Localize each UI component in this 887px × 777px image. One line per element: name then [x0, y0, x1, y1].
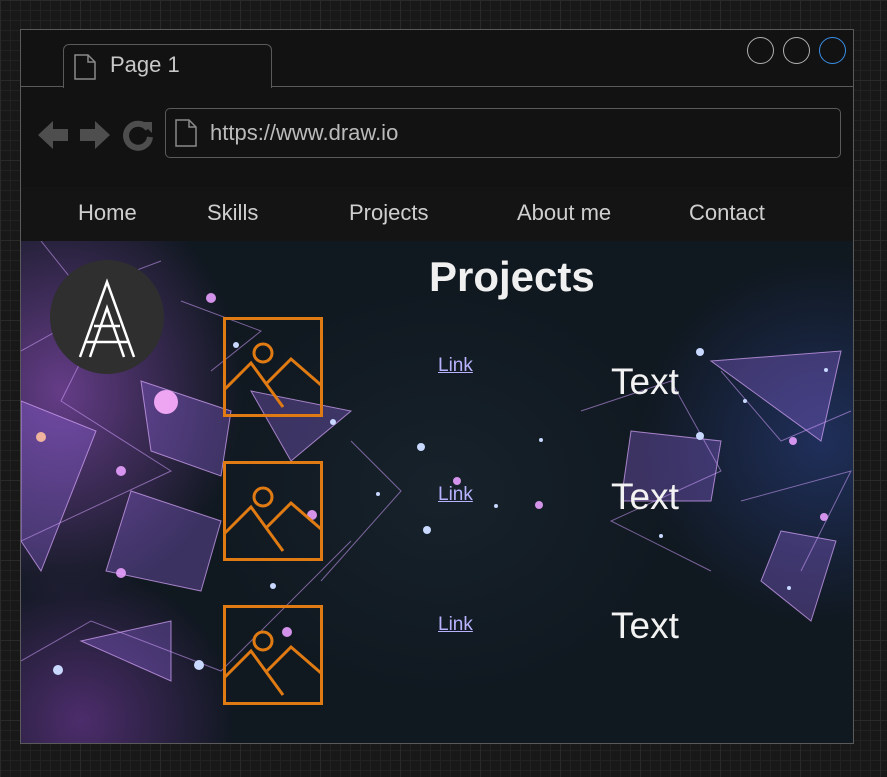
tab-bar: Page 1 — [21, 30, 853, 88]
project-link[interactable]: Link — [438, 355, 473, 377]
forward-arrow-icon[interactable] — [78, 118, 112, 152]
browser-tab[interactable]: Page 1 — [63, 44, 272, 88]
address-bar[interactable]: https://www.draw.io — [165, 108, 841, 158]
image-placeholder-icon — [223, 605, 323, 705]
project-text: Text — [611, 361, 679, 402]
projects-section: Projects Link Text Link Text Link Text — [21, 241, 853, 743]
browser-toolbar: https://www.draw.io — [21, 87, 853, 187]
project-text: Text — [611, 476, 679, 517]
project-link[interactable]: Link — [438, 614, 473, 636]
maximize-button[interactable] — [783, 37, 810, 64]
nav-item-contact[interactable]: Contact — [689, 200, 765, 226]
nav-menu: Home Skills Projects About me Contact — [21, 187, 853, 241]
page-icon — [175, 119, 197, 147]
project-link[interactable]: Link — [438, 484, 473, 506]
section-title: Projects — [429, 253, 595, 300]
nav-item-about-me[interactable]: About me — [517, 200, 611, 226]
minimize-button[interactable] — [747, 37, 774, 64]
back-arrow-icon[interactable] — [36, 118, 70, 152]
webpage: Home Skills Projects About me Contact Pr… — [21, 187, 853, 743]
page-icon — [74, 54, 96, 80]
tab-label: Page 1 — [110, 52, 180, 77]
close-button[interactable] — [819, 37, 846, 64]
monogram-logo — [78, 278, 136, 358]
reload-icon[interactable] — [121, 118, 155, 152]
nav-item-home[interactable]: Home — [78, 200, 137, 226]
nav-item-projects[interactable]: Projects — [349, 200, 428, 226]
url-text: https://www.draw.io — [210, 120, 399, 145]
avatar — [50, 260, 164, 374]
browser-window: Page 1 https://www.draw.io Home Skills P… — [20, 29, 854, 744]
image-placeholder-icon — [223, 461, 323, 561]
image-placeholder-icon — [223, 317, 323, 417]
project-text: Text — [611, 605, 679, 646]
nav-item-skills[interactable]: Skills — [207, 200, 258, 226]
